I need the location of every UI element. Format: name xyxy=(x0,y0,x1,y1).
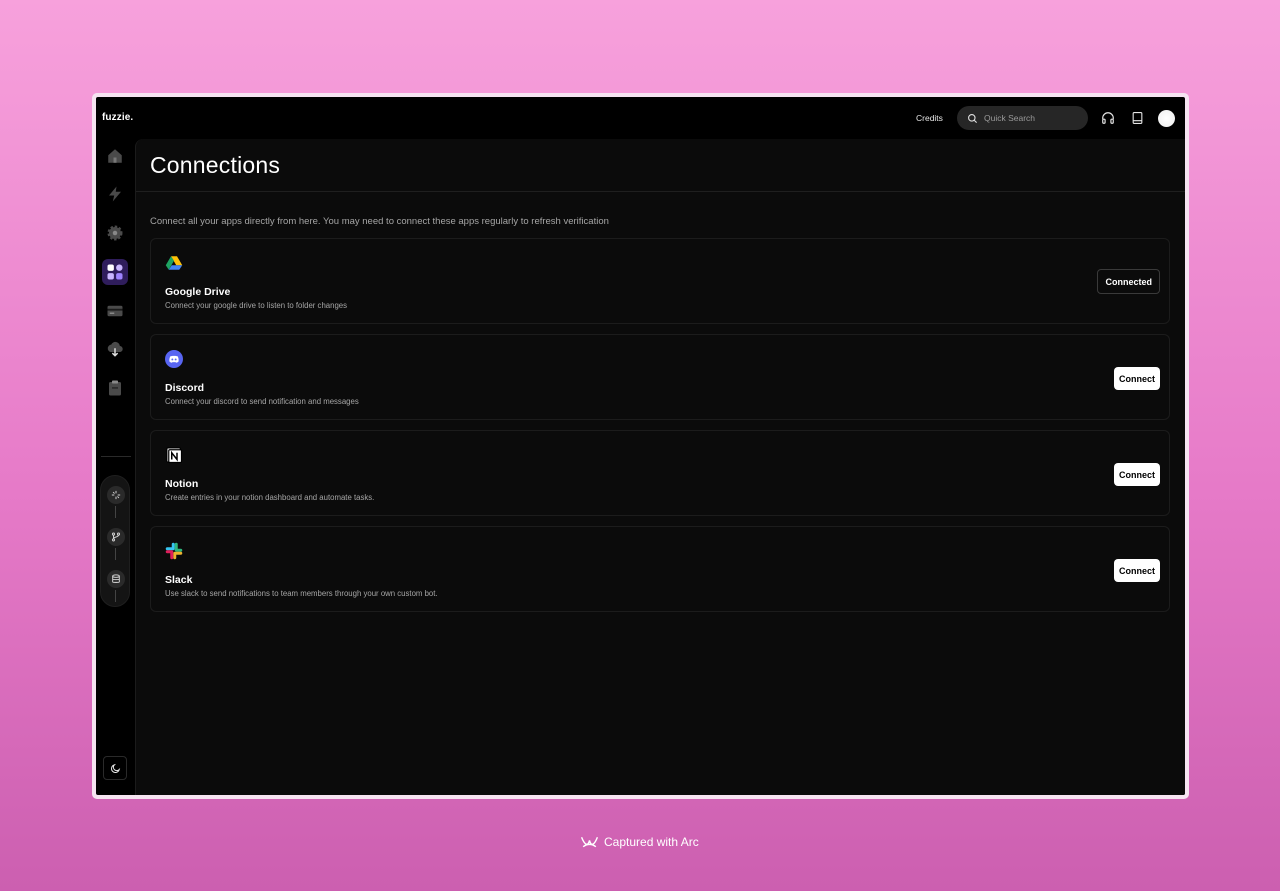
connection-name: Discord xyxy=(165,382,205,394)
browser-frame: fuzzie. Credits Quick Search Connections… xyxy=(92,93,1189,799)
google-drive-icon xyxy=(165,256,183,270)
connection-card-google-drive: Google Drive Connect your google drive t… xyxy=(150,238,1170,324)
app-logo[interactable]: fuzzie. xyxy=(102,112,133,123)
connect-button[interactable]: Connect xyxy=(1114,367,1160,390)
step-branch[interactable] xyxy=(107,528,125,546)
sidebar-item-connections[interactable] xyxy=(102,259,128,285)
search-input[interactable] xyxy=(984,113,1079,123)
step-connector xyxy=(115,548,116,560)
step-connector xyxy=(115,506,116,518)
connect-button[interactable]: Connect xyxy=(1114,559,1160,582)
moon-icon xyxy=(110,763,120,773)
connection-description: Create entries in your notion dashboard … xyxy=(165,493,375,502)
notion-icon xyxy=(166,447,183,464)
arc-logo-icon xyxy=(580,836,599,848)
page-title: Connections xyxy=(150,152,281,178)
title-divider xyxy=(136,191,1185,192)
connection-name: Notion xyxy=(165,478,199,490)
discord-icon xyxy=(165,350,183,368)
sparkle-icon xyxy=(111,490,121,500)
book-icon[interactable] xyxy=(1129,110,1145,126)
step-sparkle[interactable] xyxy=(107,486,125,504)
step-connector xyxy=(115,590,116,602)
sidebar-item-logs[interactable] xyxy=(102,375,128,401)
credit-card-icon xyxy=(107,305,123,317)
search-box[interactable] xyxy=(957,106,1088,130)
sidebar-item-templates[interactable] xyxy=(102,336,128,362)
git-branch-icon xyxy=(111,532,121,542)
sidebar-item-home[interactable] xyxy=(102,143,128,169)
home-icon xyxy=(108,149,122,163)
user-avatar[interactable] xyxy=(1158,110,1175,127)
sidebar-divider xyxy=(101,456,131,457)
sidebar-item-workflows[interactable] xyxy=(102,181,128,207)
sidebar xyxy=(96,139,134,795)
top-bar: fuzzie. Credits xyxy=(96,97,1185,139)
clipboard-icon xyxy=(109,380,121,396)
connection-name: Google Drive xyxy=(165,286,231,298)
connection-description: Use slack to send notifications to team … xyxy=(165,589,438,598)
credits-link[interactable]: Credits xyxy=(916,113,943,123)
connection-description: Connect your google drive to listen to f… xyxy=(165,301,348,310)
sidebar-item-settings[interactable] xyxy=(102,220,128,246)
search-icon xyxy=(968,113,978,123)
theme-toggle-button[interactable] xyxy=(103,756,127,780)
database-icon xyxy=(112,574,120,584)
page-subtitle: Connect all your apps directly from here… xyxy=(150,216,609,227)
arc-watermark: Captured with Arc xyxy=(580,834,699,850)
slack-icon xyxy=(165,542,183,560)
gear-icon xyxy=(107,225,123,241)
connection-card-slack: Slack Use slack to send notifications to… xyxy=(150,526,1170,612)
connected-button[interactable]: Connected xyxy=(1097,269,1160,294)
category-icon xyxy=(107,264,123,280)
connection-description: Connect your discord to send notificatio… xyxy=(165,397,359,406)
connection-card-notion: Notion Create entries in your notion das… xyxy=(150,430,1170,516)
main-content: Connections Connect all your apps direct… xyxy=(135,139,1185,795)
watermark-text: Captured with Arc xyxy=(604,835,699,849)
connect-button[interactable]: Connect xyxy=(1114,463,1160,486)
step-database[interactable] xyxy=(107,570,125,588)
cloud-download-icon xyxy=(107,341,123,357)
lightning-icon xyxy=(109,186,121,202)
connection-card-discord: Discord Connect your discord to send not… xyxy=(150,334,1170,420)
headphones-icon[interactable] xyxy=(1100,110,1116,126)
connection-name: Slack xyxy=(165,574,193,586)
sidebar-item-billing[interactable] xyxy=(102,298,128,324)
app-window: fuzzie. Credits Quick Search Connections… xyxy=(96,97,1185,795)
workflow-steps xyxy=(100,475,130,607)
